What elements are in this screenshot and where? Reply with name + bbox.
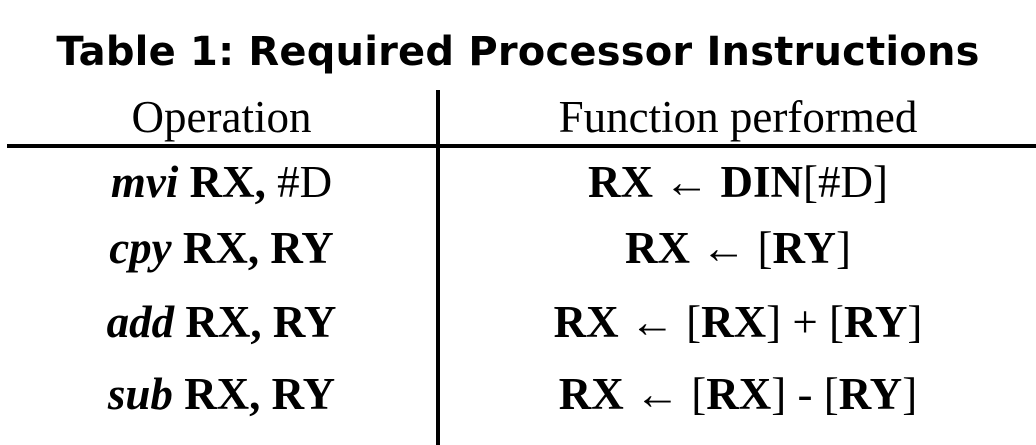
function-part: RX ← [588, 157, 721, 207]
function-cell: RX ← [RX] + [RY] [440, 292, 1036, 352]
table-title: Table 1: Required Processor Instructions [56, 29, 980, 75]
instruction-operand: #D [277, 157, 333, 207]
instruction-operand: RX, RY [185, 297, 337, 347]
function-part: [ [691, 369, 707, 419]
instruction-operand: RX, RY [182, 223, 334, 273]
function-part: RX ← [625, 223, 758, 273]
function-part: ] [902, 369, 918, 419]
function-part: [ [757, 223, 773, 273]
header-function-performed: Function performed [558, 92, 918, 142]
function-part: RX [706, 369, 772, 419]
function-part: ] + [ [766, 297, 844, 347]
header-rule [7, 144, 1036, 148]
function-part: RY [838, 369, 903, 419]
instruction-mnemonic: add [106, 297, 175, 347]
operation-cell: mvi RX, #D [7, 152, 436, 212]
instruction-mnemonic: mvi [110, 157, 179, 207]
function-part: [#D] [803, 157, 888, 207]
instruction-mnemonic: sub [107, 369, 173, 419]
operation-cell: sub RX, RY [7, 364, 436, 424]
function-part: DIN [720, 157, 804, 207]
function-part: RY [772, 223, 836, 273]
operation-cell: cpy RX, RY [7, 218, 436, 278]
function-part: RX ← [558, 369, 692, 419]
function-cell: RX ← DIN[#D] [440, 152, 1036, 212]
instruction-operand: RX, RY [184, 369, 336, 419]
function-cell: RX ← [RY] [440, 218, 1036, 278]
function-part: [ [686, 297, 702, 347]
function-part: RY [843, 297, 908, 347]
function-part: RX [701, 297, 767, 347]
instruction-mnemonic: cpy [109, 223, 172, 273]
function-cell: RX ← [RX] - [RY] [440, 364, 1036, 424]
function-part: RX ← [553, 297, 687, 347]
function-part: ] [907, 297, 923, 347]
operation-cell: add RX, RY [7, 292, 436, 352]
function-part: ] [835, 223, 851, 273]
instruction-operand: RX, [189, 157, 266, 207]
header-operation: Operation [131, 92, 312, 142]
function-part: ] - [ [771, 369, 839, 419]
